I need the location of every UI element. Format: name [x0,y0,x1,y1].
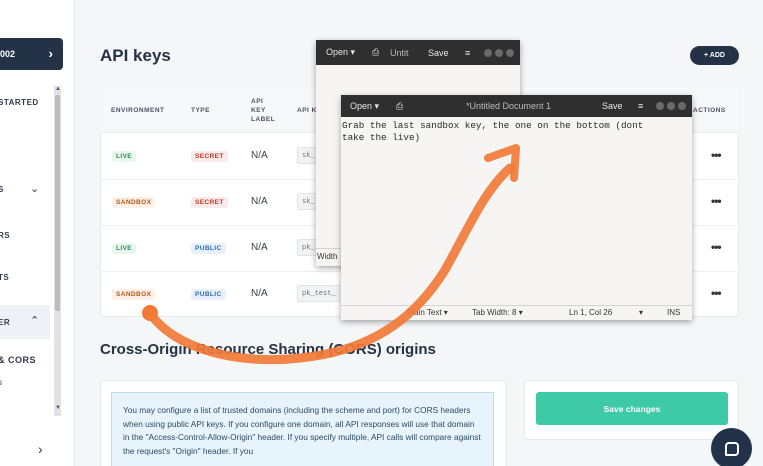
chat-support-button[interactable] [711,428,752,466]
col-actions: ACTIONS [693,107,726,114]
cors-info-box: You may configure a list of trusted doma… [111,392,494,466]
type-badge-secret: SECRET [191,197,228,208]
syntax-status[interactable]: Plain Text ▾ [407,308,448,317]
scroll-down-arrow-icon[interactable]: ▼ [55,405,61,411]
type-badge-public: PUBLIC [191,243,226,254]
tab-width-status[interactable]: Tab Width: 8 ▾ [472,308,523,317]
env-badge-live: LIVE [112,151,137,162]
row-actions-menu[interactable]: ••• [711,148,722,162]
sidebar: 002 › STARTED S ⌄ RS TS ER ⌄ & CORS s ▲ … [0,0,75,466]
insert-mode-status[interactable]: INS [667,308,680,317]
minimize-icon[interactable] [656,102,664,110]
col-environment: ENVIRONMENT [111,107,165,114]
chevron-up-icon[interactable]: ⌄ [30,313,39,326]
sidebar-item-api-keys-cors[interactable]: & CORS [0,355,36,365]
open-menu-button[interactable]: Open ▾ [326,40,355,65]
env-badge-sandbox: SANDBOX [112,289,156,300]
cors-title: Cross-Origin Resource Sharing (CORS) ori… [100,341,436,358]
key-label-value: N/A [251,196,268,207]
save-button[interactable]: Save [602,95,623,117]
col-api-key-label: API KEY LABEL [251,98,276,123]
cursor-position-status[interactable]: Ln 1, Col 26 [569,308,612,317]
new-tab-icon[interactable]: ⎙ [372,40,379,65]
sidebar-item-sub[interactable]: s [0,378,3,387]
type-badge-secret: SECRET [191,151,228,162]
text-editor-content[interactable]: Grab the last sandbox key, the one on th… [342,120,690,143]
new-tab-icon[interactable]: ⎙ [396,95,403,117]
close-icon[interactable] [678,102,686,110]
minimize-icon[interactable] [484,48,492,57]
key-label-value: N/A [251,150,268,161]
sidebar-item-getting-started[interactable]: STARTED [0,98,39,107]
api-key-field[interactable]: pk_test_ [297,285,345,302]
org-label: 002 [0,49,16,59]
save-changes-button[interactable]: Save changes [536,392,728,425]
position-dropdown-icon[interactable]: ▾ [639,308,643,317]
col-api-key: API K [297,107,317,114]
org-selector[interactable]: 002 › [0,38,63,70]
maximize-icon[interactable] [495,48,503,57]
hamburger-menu-icon[interactable]: ≡ [465,40,470,65]
sidebar-item-group-1[interactable]: S [0,185,4,194]
gedit-window-front[interactable]: Open ▾ ⎙ *Untitled Document 1 Save ≡ Gra… [341,95,692,320]
collapse-sidebar-icon[interactable]: › [38,441,43,457]
sidebar-item-group-3[interactable]: TS [0,273,9,282]
type-badge-public: PUBLIC [191,289,226,300]
window-title: Untit [390,47,409,58]
chat-icon [724,441,739,456]
sidebar-item-developer[interactable]: ER [0,318,10,327]
scroll-up-arrow-icon[interactable]: ▲ [55,86,61,92]
row-actions-menu[interactable]: ••• [711,286,722,300]
window-title: *Untitled Document 1 [466,101,552,111]
hamburger-menu-icon[interactable]: ≡ [638,95,643,117]
chevron-right-icon: › [48,46,53,61]
col-type: TYPE [191,107,210,114]
close-icon[interactable] [506,48,514,57]
open-menu-button[interactable]: Open ▾ [350,95,379,117]
env-badge-live: LIVE [112,243,137,254]
tab-width-status[interactable]: Width [317,252,337,261]
maximize-icon[interactable] [667,102,675,110]
key-label-value: N/A [251,242,268,253]
sidebar-scrollbar-thumb[interactable] [55,95,60,311]
save-button[interactable]: Save [428,40,449,65]
row-actions-menu[interactable]: ••• [711,194,722,208]
key-label-value: N/A [251,288,268,299]
add-api-key-button[interactable]: + ADD [690,46,739,65]
api-keys-title: API keys [100,46,171,65]
sidebar-item-group-2[interactable]: RS [0,231,10,240]
chevron-down-icon[interactable]: ⌄ [30,182,39,195]
row-actions-menu[interactable]: ••• [711,240,722,254]
env-badge-sandbox: SANDBOX [112,197,156,208]
